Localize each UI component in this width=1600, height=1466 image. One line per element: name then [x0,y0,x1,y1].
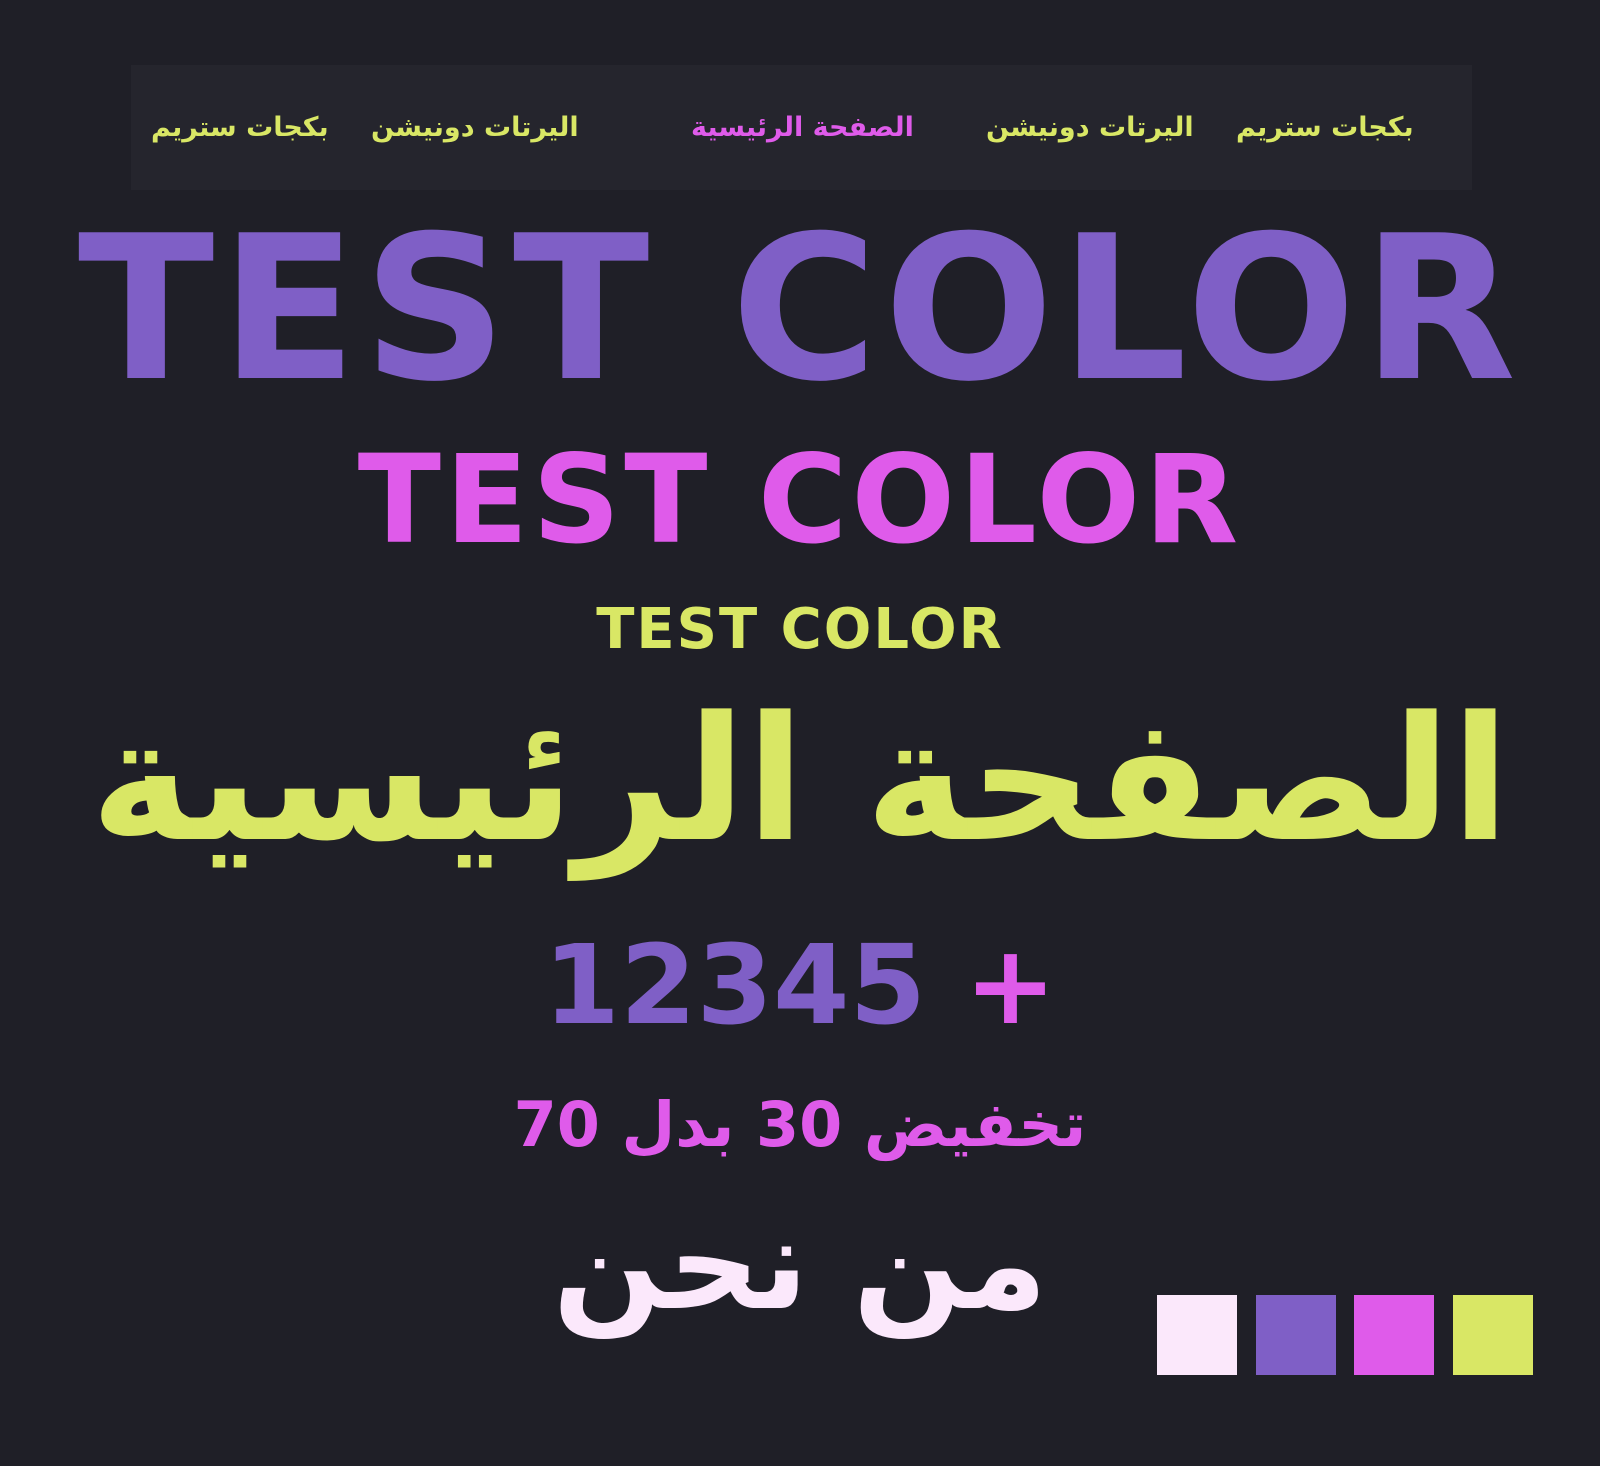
nav-item-stream-packages-left[interactable]: بكجات ستريم [151,65,329,190]
nav-item-donation-alerts-left[interactable]: اليرتات دونيشن [371,65,579,190]
nav-item-donation-alerts-right[interactable]: اليرتات دونيشن [986,65,1194,190]
number-display: 12345 + [0,925,1600,1045]
discount-text: تخفيض 30 بدل 70 [513,1088,1087,1161]
color-swatch-lime [1453,1295,1533,1375]
color-swatch-light [1157,1295,1237,1375]
arabic-home-title: الصفحة الرئيسية [90,679,1510,880]
color-swatch-purple [1256,1295,1336,1375]
top-navbar: بكجات ستريم اليرتات دونيشن الصفحة الرئيس… [131,65,1472,190]
nav-item-stream-packages-right[interactable]: بكجات ستريم [1236,65,1414,190]
heading-medium: TEST COLOR [357,429,1243,571]
color-swatch-pink [1354,1295,1434,1375]
number-value: 12345 [543,921,927,1049]
heading-large: TEST COLOR [77,193,1523,426]
plus-sign: + [964,921,1057,1049]
heading-small: TEST COLOR [596,597,1004,662]
nav-item-home[interactable]: الصفحة الرئيسية [691,65,914,190]
